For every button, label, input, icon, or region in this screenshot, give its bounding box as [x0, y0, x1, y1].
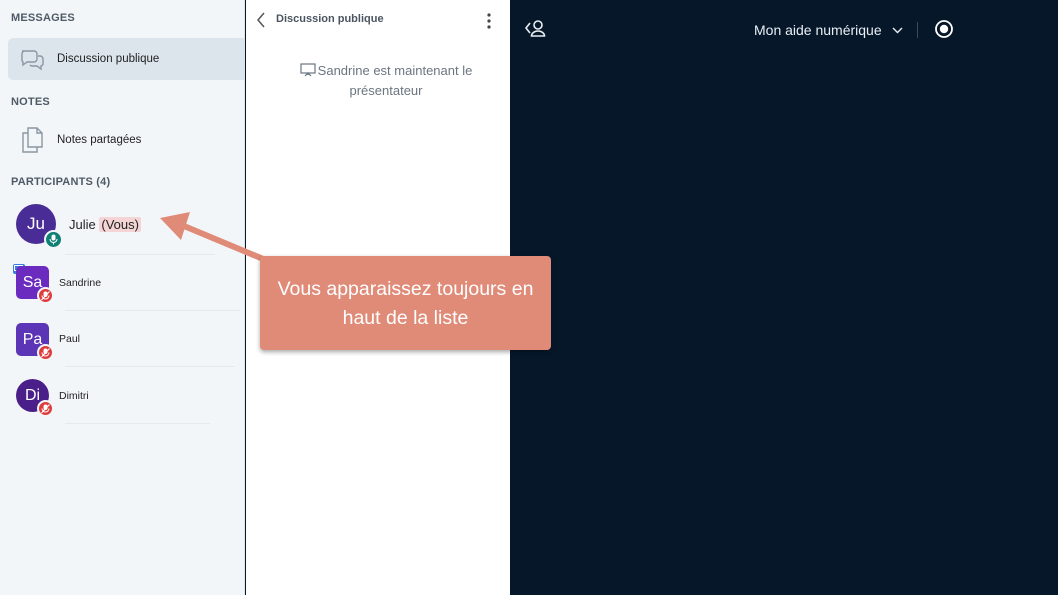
user-list-toggle-icon [524, 20, 546, 37]
header-divider [917, 22, 918, 38]
sidebar-item-label: Notes partagées [57, 134, 142, 146]
chat-bubbles-icon [14, 47, 50, 71]
divider [65, 423, 210, 424]
chevron-down-icon [892, 21, 903, 37]
muted-microphone-icon [37, 400, 54, 417]
participant-name: Julie (Vous) [69, 217, 141, 232]
chat-header: Discussion publique [246, 0, 510, 40]
system-message-text: Sandrine est maintenant le présentateur [317, 63, 473, 98]
participant-sandrine[interactable]: Sa Sandrine [0, 260, 245, 310]
divider [65, 366, 235, 367]
chat-options-button[interactable] [484, 11, 494, 31]
participant-name: Dimitri [59, 390, 89, 402]
participant-julie[interactable]: Ju Julie (Vous) [0, 198, 245, 249]
system-message: Sandrine est maintenant le présentateur [286, 62, 486, 100]
chevron-left-icon [257, 12, 265, 28]
microphone-icon [44, 230, 63, 249]
kebab-menu-icon [487, 13, 491, 29]
sidebar: MESSAGES Discussion publique NOTES Notes… [0, 0, 245, 595]
chat-title: Discussion publique [276, 13, 384, 25]
sidebar-item-shared-notes[interactable]: Notes partagées [8, 119, 245, 161]
participant-name: Sandrine [59, 277, 102, 289]
notes-pages-icon [14, 126, 50, 154]
muted-microphone-icon [37, 344, 54, 361]
divider [65, 310, 240, 311]
record-icon [935, 20, 953, 38]
participants-section-title: PARTICIPANTS (4) [11, 176, 111, 188]
participant-name: Paul [59, 333, 81, 345]
meeting-title-dropdown[interactable]: Mon aide numérique [754, 21, 903, 38]
presentation-icon [300, 63, 316, 82]
toggle-user-list-button[interactable] [523, 16, 549, 40]
you-tag: (Vous) [99, 217, 141, 232]
record-button[interactable] [934, 19, 954, 39]
presentation-area: Mon aide numérique [511, 0, 1058, 595]
participant-paul[interactable]: Pa Paul [0, 316, 245, 366]
sidebar-item-label: Discussion publique [57, 53, 160, 65]
divider [65, 254, 215, 255]
participant-dimitri[interactable]: Di Dimitri [0, 372, 245, 422]
meeting-title: Mon aide numérique [754, 22, 882, 38]
sidebar-item-public-chat[interactable]: Discussion publique [8, 38, 245, 80]
participant-name-text: Julie [69, 217, 96, 232]
muted-microphone-icon [37, 287, 54, 304]
messages-section-title: MESSAGES [11, 12, 75, 24]
annotation-callout: Vous apparaissez toujours en haut de la … [260, 256, 551, 350]
back-button[interactable] [254, 10, 270, 30]
notes-section-title: NOTES [11, 96, 50, 108]
